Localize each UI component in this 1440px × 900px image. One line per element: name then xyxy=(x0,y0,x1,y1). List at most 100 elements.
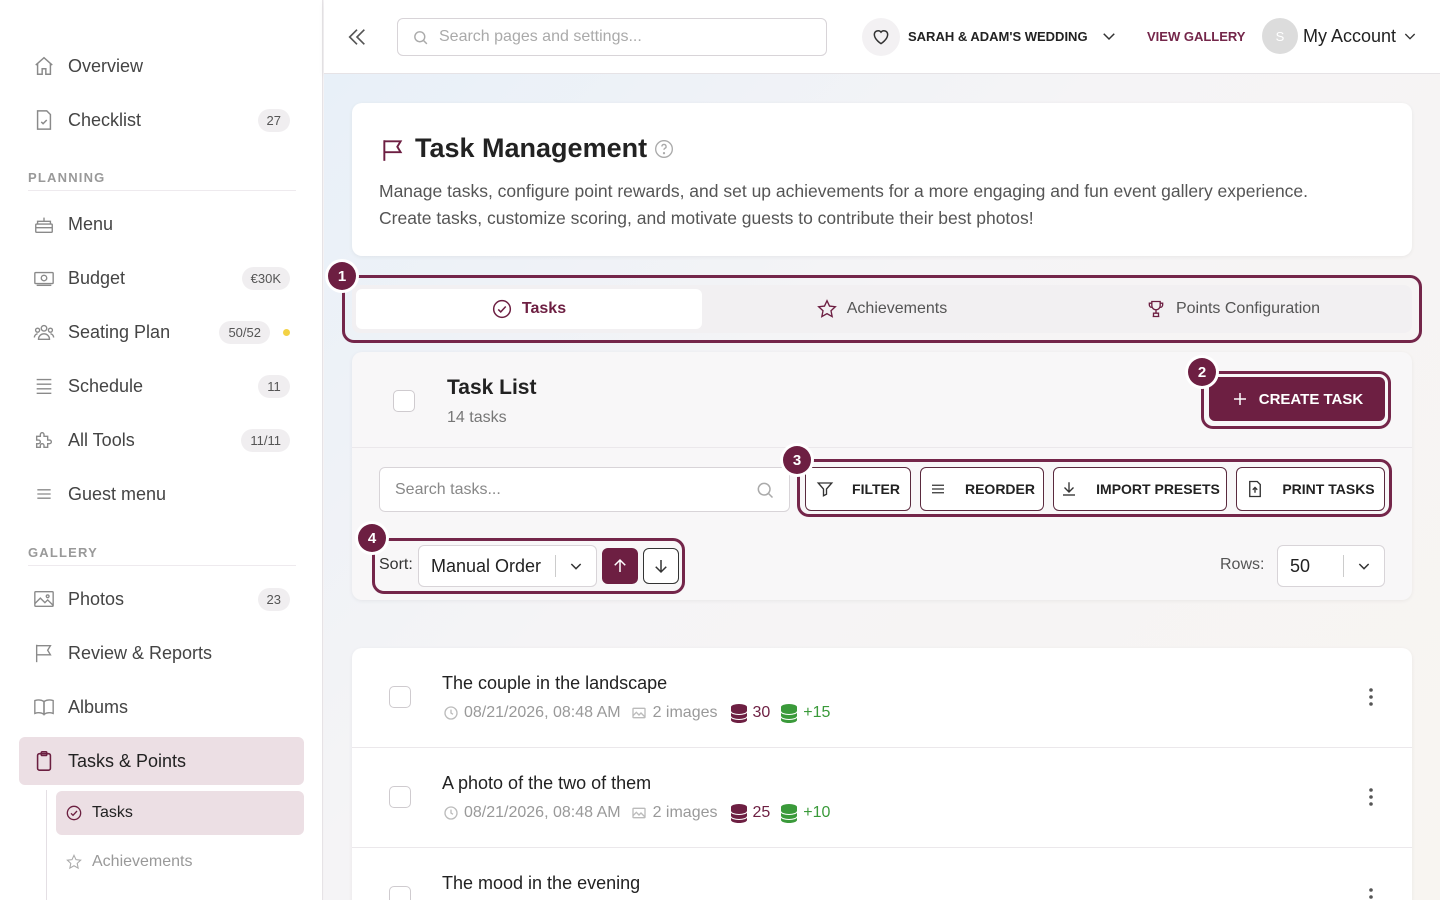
page-description-line: Manage tasks, configure point rewards, a… xyxy=(379,181,1309,201)
event-selector[interactable]: SARAH & ADAM'S WEDDING xyxy=(908,27,1118,45)
more-options-icon[interactable] xyxy=(1362,686,1380,713)
sidebar-subitem-tasks[interactable]: Tasks xyxy=(56,791,304,835)
account-menu[interactable]: S My Account xyxy=(1262,18,1418,54)
count-badge: 27 xyxy=(257,108,290,132)
step-marker-1: 1 xyxy=(328,262,356,290)
help-icon[interactable] xyxy=(654,139,674,164)
sidebar-item-label: Schedule xyxy=(68,375,144,396)
sidebar-item-label: Tasks xyxy=(92,804,133,821)
task-date: 08/21/2026, 08:48 AM xyxy=(464,704,621,721)
sidebar-item-label: Achievements xyxy=(92,853,193,870)
divider xyxy=(1343,555,1344,577)
top-bar: Search pages and settings... SARAH & ADA… xyxy=(324,0,1440,74)
task-rows-card: The couple in the landscape 08/21/2026, … xyxy=(352,648,1412,900)
coins-icon xyxy=(730,803,748,823)
sidebar-item-review-reports[interactable]: Review & Reports xyxy=(19,629,304,677)
chevron-down-icon xyxy=(1356,558,1372,574)
task-search-input[interactable]: Search tasks... xyxy=(379,467,790,512)
puzzle-icon xyxy=(33,429,55,451)
page-description-line: Create tasks, customize scoring, and mot… xyxy=(379,208,1034,228)
task-meta: 08/21/2026, 08:48 AM 2 images 25 +10 xyxy=(443,803,830,823)
sidebar-item-label: Seating Plan xyxy=(68,321,171,342)
task-title: A photo of the two of them xyxy=(442,773,652,793)
sidebar-item-schedule[interactable]: Schedule 11 xyxy=(19,362,304,410)
row-checkbox[interactable] xyxy=(389,886,411,900)
task-points: 25 xyxy=(752,804,771,821)
sidebar-item-checklist[interactable]: Checklist 27 xyxy=(19,96,304,144)
sidebar-item-label: Checklist xyxy=(68,109,142,130)
clock-icon xyxy=(443,705,459,721)
more-options-icon[interactable] xyxy=(1362,786,1380,813)
clock-icon xyxy=(443,805,459,821)
task-count: 14 tasks xyxy=(447,409,507,426)
tree-line xyxy=(46,790,47,900)
select-all-checkbox[interactable] xyxy=(393,390,415,412)
event-name: SARAH & ADAM'S WEDDING xyxy=(908,28,1088,44)
sidebar-item-label: Guest menu xyxy=(68,483,167,504)
sidebar-item-guest-menu[interactable]: Guest menu xyxy=(19,470,304,518)
highlight-outline xyxy=(372,538,685,594)
sidebar-item-budget[interactable]: Budget €30K xyxy=(19,254,304,302)
task-date: 08/21/2026, 08:48 AM xyxy=(464,804,621,821)
flag-icon xyxy=(33,642,55,664)
sidebar: Overview Checklist 27 PLANNING Menu Budg… xyxy=(0,0,323,900)
sidebar-item-photos[interactable]: Photos 23 xyxy=(19,575,304,623)
task-title: The couple in the landscape xyxy=(442,673,668,693)
sidebar-subitem-achievements[interactable]: Achievements xyxy=(56,840,304,884)
task-meta: 08/21/2026, 08:48 AM 2 images 30 +15 xyxy=(443,703,830,723)
divider xyxy=(28,565,296,566)
highlight-outline xyxy=(342,275,1422,343)
sidebar-item-label: Review & Reports xyxy=(68,642,213,663)
sidebar-item-label: Photos xyxy=(68,588,125,609)
section-header-gallery: GALLERY xyxy=(28,545,99,560)
divider xyxy=(28,190,296,191)
coins-icon xyxy=(780,803,798,823)
count-badge: 23 xyxy=(257,587,290,611)
sidebar-item-overview[interactable]: Overview xyxy=(19,42,304,90)
coins-icon xyxy=(730,703,748,723)
chevron-down-icon xyxy=(1100,27,1118,45)
sidebar-item-menu[interactable]: Menu xyxy=(19,200,304,248)
step-marker-3: 3 xyxy=(783,446,811,474)
view-gallery-link[interactable]: VIEW GALLERY xyxy=(1147,29,1245,44)
search-placeholder: Search pages and settings... xyxy=(439,28,642,45)
sidebar-item-all-tools[interactable]: All Tools 11/11 xyxy=(19,416,304,464)
avatar: S xyxy=(1262,18,1298,54)
task-bonus: +15 xyxy=(803,704,831,721)
check-circle-icon xyxy=(66,805,82,821)
sidebar-item-albums[interactable]: Albums xyxy=(19,683,304,731)
step-marker-2: 2 xyxy=(1188,358,1216,386)
table-row[interactable]: A photo of the two of them 08/21/2026, 0… xyxy=(352,748,1412,848)
page-title: Task Management xyxy=(415,133,648,163)
highlight-outline xyxy=(797,459,1392,517)
sidebar-item-label: Tasks & Points xyxy=(68,750,187,771)
sidebar-item-label: Menu xyxy=(68,213,114,234)
menu-icon xyxy=(33,483,55,505)
people-icon xyxy=(33,321,55,343)
heart-icon[interactable] xyxy=(862,18,900,56)
money-icon xyxy=(33,267,55,289)
task-images: 2 images xyxy=(652,704,718,721)
task-points: 30 xyxy=(752,704,771,721)
status-dot xyxy=(283,328,290,336)
sidebar-item-tasks-points[interactable]: Tasks & Points xyxy=(19,737,304,785)
section-header-planning: PLANNING xyxy=(28,170,106,185)
more-options-icon[interactable] xyxy=(1362,886,1380,900)
row-checkbox[interactable] xyxy=(389,786,411,808)
sidebar-item-label: Overview xyxy=(68,55,144,76)
collapse-sidebar-icon[interactable] xyxy=(346,26,368,53)
account-label: My Account xyxy=(1303,25,1397,46)
chevron-down-icon xyxy=(1402,28,1418,44)
row-checkbox[interactable] xyxy=(389,686,411,708)
sidebar-item-label: All Tools xyxy=(68,429,135,450)
global-search[interactable]: Search pages and settings... xyxy=(397,18,827,56)
cake-icon xyxy=(33,213,55,235)
rows-per-page-select[interactable]: 50 xyxy=(1277,545,1385,587)
table-row[interactable]: The mood in the evening xyxy=(352,848,1412,900)
count-badge: 11 xyxy=(258,374,290,398)
seating-badge: 50/52 xyxy=(219,320,270,344)
table-row[interactable]: The couple in the landscape 08/21/2026, … xyxy=(352,648,1412,748)
sidebar-item-seating-plan[interactable]: Seating Plan 50/52 xyxy=(19,308,304,356)
coins-icon xyxy=(780,703,798,723)
sidebar-item-label: Budget xyxy=(68,267,126,288)
